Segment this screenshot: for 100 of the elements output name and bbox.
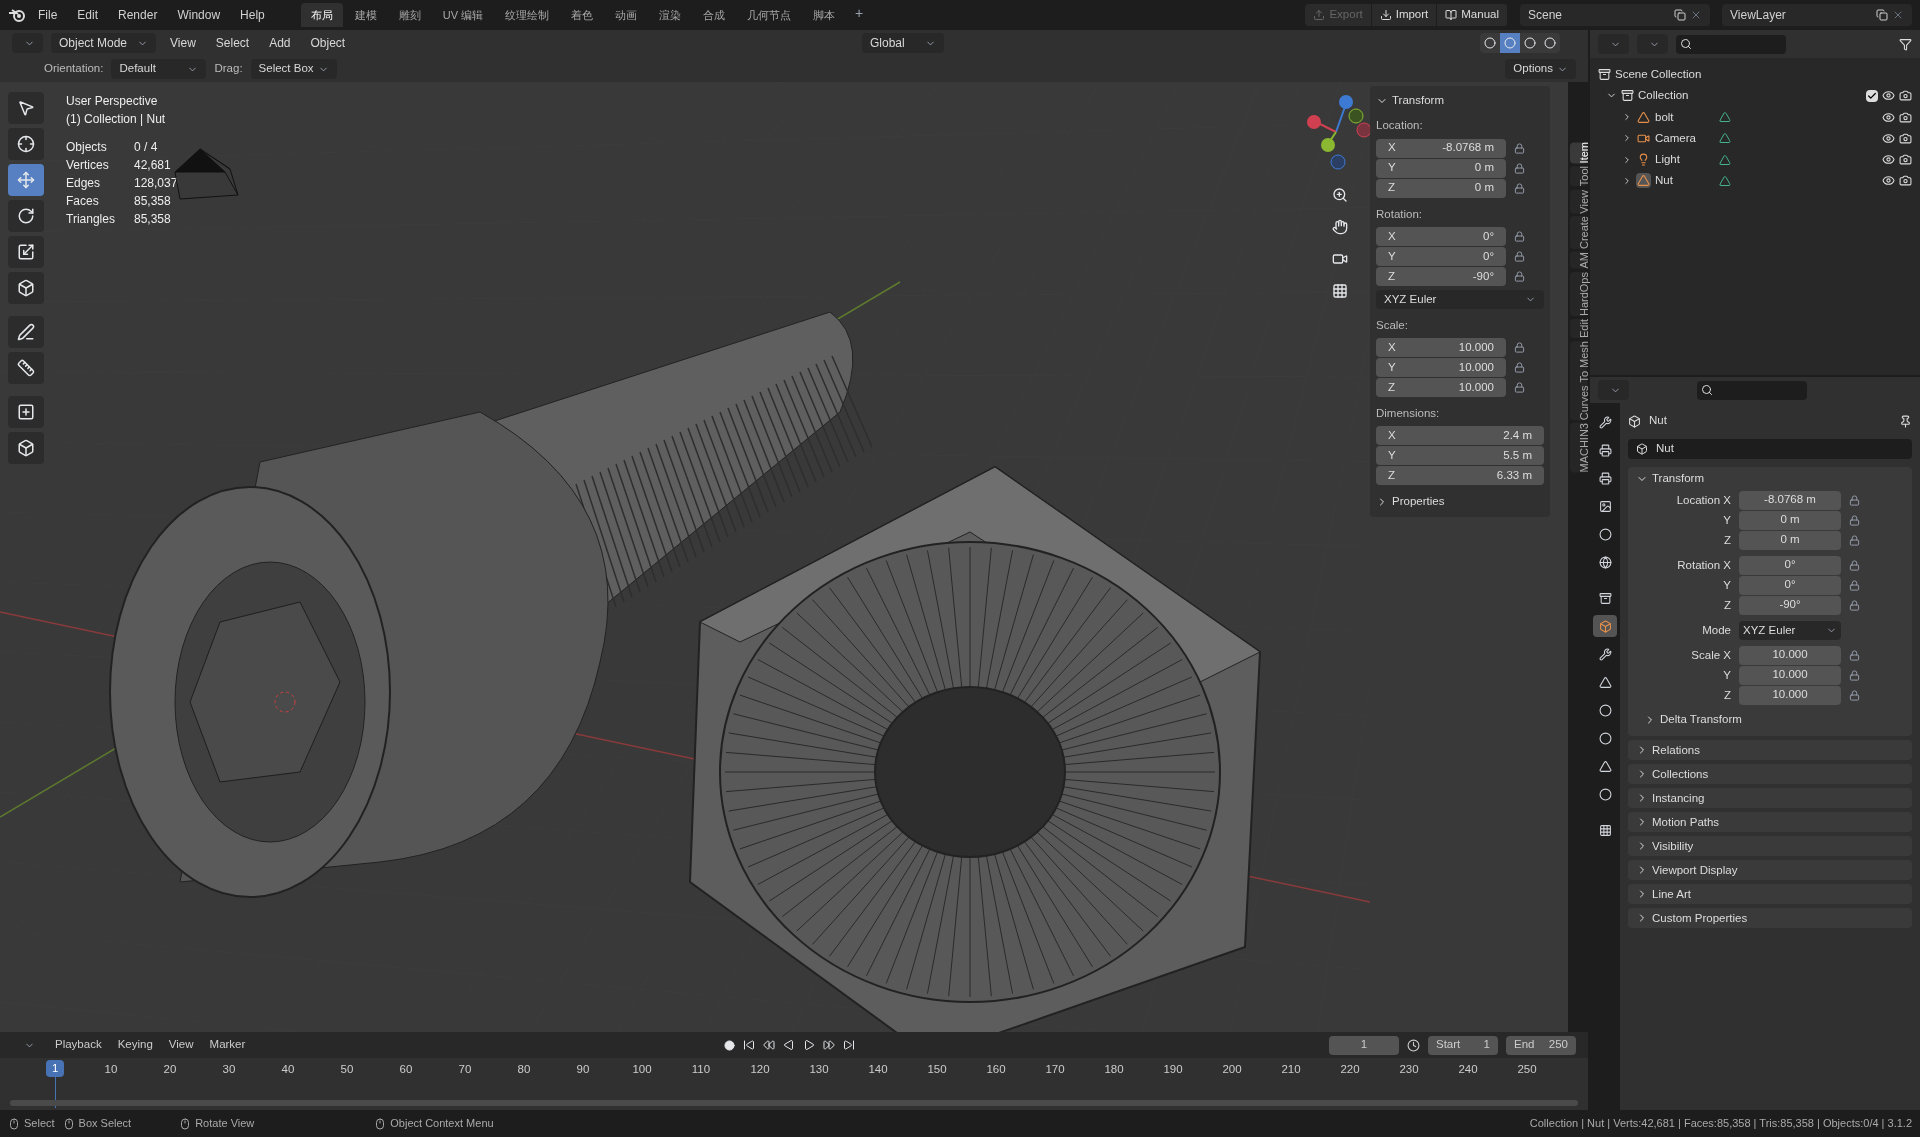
orientation-dropdown[interactable]: Default <box>111 59 207 79</box>
tool-button[interactable] <box>8 272 44 304</box>
tool-button[interactable] <box>8 200 44 232</box>
shading-mode-button[interactable] <box>1540 33 1560 53</box>
current-frame-marker[interactable]: 1 <box>46 1060 65 1078</box>
menu-item[interactable]: Object <box>304 34 352 52</box>
name-field[interactable]: Nut <box>1628 439 1912 459</box>
number-field[interactable]: 0° <box>1739 556 1841 575</box>
menu-item[interactable]: Window <box>169 6 229 24</box>
tool-button[interactable] <box>8 396 44 428</box>
search-field[interactable] <box>1676 34 1786 54</box>
toolbar-button[interactable]: Manual <box>1437 4 1508 26</box>
properties-tab[interactable] <box>1593 615 1617 637</box>
number-field[interactable]: -90° <box>1739 596 1841 615</box>
number-field[interactable]: 0 m <box>1739 511 1841 530</box>
number-field[interactable]: 10.000 <box>1739 686 1841 705</box>
workspace-tab[interactable]: 建模 <box>344 2 387 28</box>
tool-button[interactable] <box>8 92 44 124</box>
menu-item[interactable]: Help <box>232 6 273 24</box>
sidebar-tab[interactable]: Item <box>1569 142 1587 164</box>
workspace-tab[interactable]: 动画 <box>605 2 648 28</box>
subpanel-title[interactable]: Delta Transform <box>1660 711 1742 729</box>
panel-title[interactable]: Transform <box>1652 470 1704 488</box>
sidebar-tab[interactable]: Curves To Mesh <box>1569 340 1587 421</box>
drag-dropdown[interactable]: Select Box <box>250 59 337 79</box>
sidebar-tab[interactable]: View <box>1569 189 1587 214</box>
add-workspace-button[interactable]: + <box>847 2 872 28</box>
rotation-mode-dropdown[interactable]: XYZ Euler <box>1376 289 1544 309</box>
pin-icon[interactable] <box>1899 414 1912 428</box>
number-field[interactable]: Y 0° <box>1376 246 1506 266</box>
tool-button[interactable] <box>8 316 44 348</box>
number-field[interactable]: -8.0768 m <box>1739 491 1841 510</box>
number-field[interactable]: Y 10.000 <box>1376 358 1506 377</box>
number-field[interactable]: X 0° <box>1376 226 1506 246</box>
number-field[interactable]: X 2.4 m <box>1376 426 1544 446</box>
menu-item[interactable]: Edit <box>69 6 107 24</box>
tree-item[interactable]: Camera <box>1655 129 1715 147</box>
workspace-tab[interactable]: 脚本 <box>803 2 846 28</box>
orientation-dropdown[interactable]: Global <box>862 33 944 53</box>
collapsed-panel[interactable]: Visibility <box>1628 836 1912 857</box>
eye-icon[interactable] <box>1882 131 1895 145</box>
number-field[interactable]: X -8.0768 m <box>1376 138 1506 158</box>
number-field[interactable]: Y 0 m <box>1376 158 1506 178</box>
number-field[interactable]: 0 m <box>1739 531 1841 550</box>
options-dropdown[interactable]: Options <box>1505 59 1576 79</box>
number-field[interactable]: X 10.000 <box>1376 338 1506 357</box>
eye-icon[interactable] <box>1882 110 1895 124</box>
workspace-tab[interactable]: 渲染 <box>649 2 692 28</box>
menu-item[interactable]: View <box>164 34 202 52</box>
collapsed-panel[interactable]: Viewport Display <box>1628 860 1912 881</box>
collapsed-panel[interactable]: Collections <box>1628 764 1912 785</box>
eye-icon[interactable] <box>1882 153 1895 167</box>
tree-item[interactable]: Collection <box>1638 87 1862 105</box>
tree-item[interactable]: Nut <box>1655 172 1715 190</box>
menu-item[interactable]: File <box>30 6 66 24</box>
menu-item[interactable]: Add <box>263 34 297 52</box>
start-frame-field[interactable]: Start 1 <box>1428 1035 1498 1055</box>
toolbar-button[interactable]: Import <box>1371 4 1438 26</box>
number-field[interactable]: Z 10.000 <box>1376 378 1506 397</box>
scene-selector[interactable]: Scene <box>1520 4 1710 26</box>
number-field[interactable]: 10.000 <box>1739 666 1841 685</box>
menu-item[interactable]: Select <box>209 34 256 52</box>
sidebar-tab[interactable]: MACHIN3 <box>1569 423 1587 473</box>
sidebar-tab[interactable]: AM <box>1569 252 1587 269</box>
mode-dropdown[interactable]: Object Mode <box>51 33 156 53</box>
mode-dropdown[interactable]: XYZ Euler <box>1739 621 1841 640</box>
eye-icon[interactable] <box>1882 174 1895 188</box>
number-field[interactable]: Z 0 m <box>1376 178 1506 198</box>
tree-item[interactable]: Scene Collection <box>1615 66 1702 84</box>
collapsed-panel[interactable]: Line Art <box>1628 884 1912 905</box>
number-field[interactable]: Z -90° <box>1376 266 1506 286</box>
collapsed-panel[interactable]: Relations <box>1628 740 1912 761</box>
menu-item[interactable]: Playback <box>51 1036 106 1054</box>
tree-item[interactable]: Light <box>1655 151 1715 169</box>
menu-item[interactable]: View <box>164 1036 198 1054</box>
collapsed-panel[interactable]: Custom Properties <box>1628 908 1912 929</box>
sidebar-tab[interactable]: Create <box>1569 216 1587 250</box>
menu-item[interactable]: Render <box>110 6 166 24</box>
workspace-tab[interactable]: 合成 <box>693 2 736 28</box>
number-field[interactable]: 10.000 <box>1739 646 1841 665</box>
tool-button[interactable] <box>8 432 44 464</box>
menu-item[interactable]: Marker <box>205 1036 250 1054</box>
number-field[interactable]: 0° <box>1739 576 1841 595</box>
collapsed-panel[interactable]: Motion Paths <box>1628 812 1912 833</box>
end-frame-field[interactable]: End 250 <box>1506 1035 1576 1055</box>
current-frame-field[interactable]: 1 <box>1329 1035 1399 1055</box>
workspace-tab[interactable]: 布局 <box>300 2 343 28</box>
number-field[interactable]: Y 5.5 m <box>1376 446 1544 466</box>
eye-icon[interactable] <box>1882 89 1895 103</box>
workspace-tab[interactable]: UV 编辑 <box>432 2 494 28</box>
workspace-tab[interactable]: 雕刻 <box>388 2 431 28</box>
tool-button[interactable] <box>8 352 44 384</box>
shading-mode-button[interactable] <box>1480 33 1500 53</box>
sidebar-tab[interactable]: Edit <box>1569 318 1587 338</box>
workspace-tab[interactable]: 着色 <box>561 2 604 28</box>
workspace-tab[interactable]: 几何节点 <box>737 2 802 28</box>
menu-item[interactable]: Keying <box>113 1036 157 1054</box>
panel-title[interactable]: Transform <box>1392 92 1444 110</box>
search-field[interactable] <box>1697 380 1807 400</box>
view-layer-selector[interactable]: ViewLayer <box>1722 4 1912 26</box>
